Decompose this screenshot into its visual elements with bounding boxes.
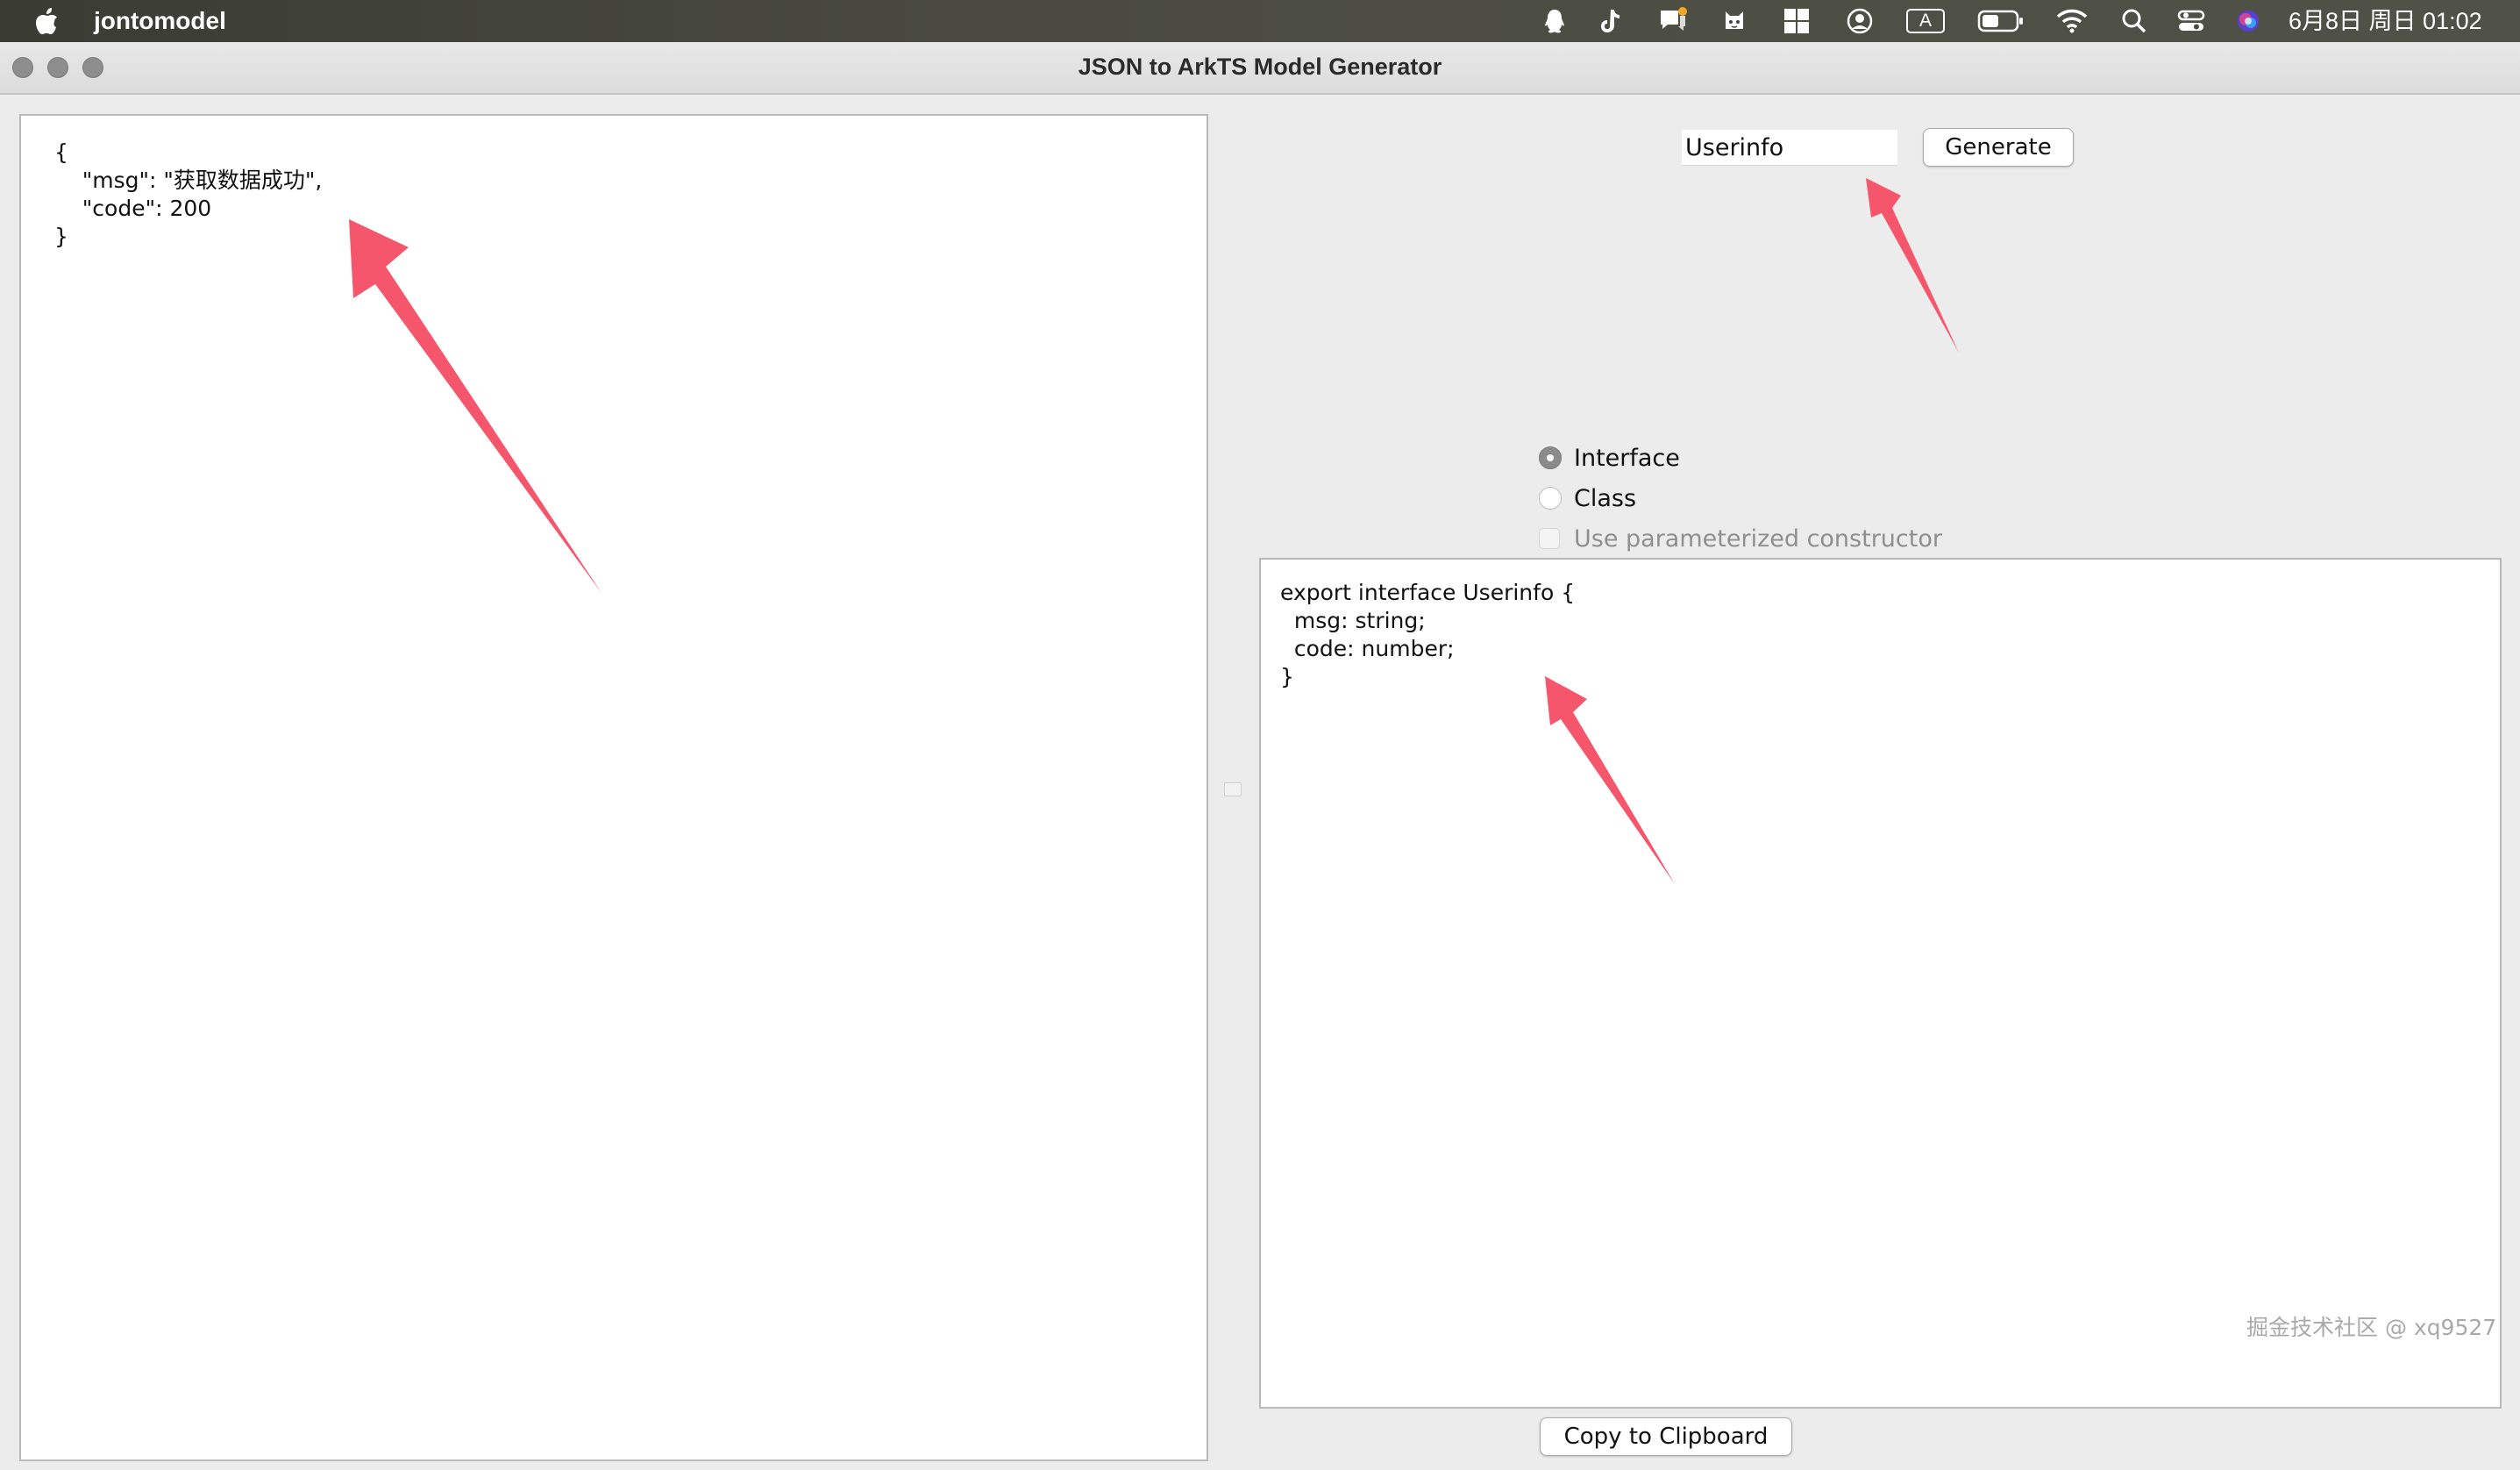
user-circle-icon[interactable]: [1845, 7, 1875, 35]
output-line: }: [1280, 664, 1294, 689]
window-title: JSON to ArkTS Model Generator: [1078, 54, 1442, 80]
siri-icon[interactable]: [2234, 7, 2262, 35]
class-name-input[interactable]: [1682, 130, 1897, 165]
grid-app-icon[interactable]: [1782, 7, 1812, 35]
copy-to-clipboard-button[interactable]: Copy to Clipboard: [1540, 1417, 1792, 1456]
menubar-clock[interactable]: 6月8日 周日 01:02: [2289, 7, 2482, 35]
output-line: msg: string;: [1280, 608, 1426, 633]
input-method-icon[interactable]: A: [1904, 7, 1947, 35]
apple-icon[interactable]: [33, 7, 60, 35]
cat-app-icon[interactable]: [1720, 7, 1748, 35]
output-line: export interface Userinfo {: [1280, 580, 1576, 605]
output-textarea[interactable]: export interface Userinfo { msg: string;…: [1259, 558, 2502, 1409]
wifi-icon[interactable]: [2055, 7, 2089, 35]
output-text: export interface Userinfo { msg: string;…: [1280, 579, 1575, 691]
input-method-label: A: [1906, 9, 1945, 33]
output-line: code: number;: [1280, 636, 1455, 661]
control-center-icon[interactable]: [2176, 7, 2206, 35]
tiktok-icon[interactable]: [1596, 7, 1624, 35]
desktop-screen: jontomodel A 6月8日 周日 01:02 JSON to ArkTS…: [0, 0, 2520, 1470]
window-content: { "msg": "获取数据成功", "code": 200 } Generat…: [0, 95, 2520, 1470]
watermark: 掘金技术社区 @ xq9527: [2246, 1315, 2497, 1340]
class-radio[interactable]: [1539, 487, 1562, 510]
json-line: "msg": "获取数据成功",: [54, 168, 323, 193]
json-line: }: [54, 224, 68, 249]
notification-icon[interactable]: [1657, 7, 1689, 35]
constructor-checkbox: [1539, 528, 1560, 549]
interface-radio[interactable]: [1539, 446, 1562, 469]
menu-bar: jontomodel A 6月8日 周日 01:02: [0, 0, 2520, 42]
option-class[interactable]: Class: [1539, 482, 1636, 514]
interface-label: Interface: [1574, 444, 1680, 472]
qq-icon[interactable]: [1541, 7, 1568, 35]
app-name-menu[interactable]: jontomodel: [94, 7, 226, 35]
option-interface[interactable]: Interface: [1539, 442, 1680, 474]
battery-icon[interactable]: [1976, 7, 2025, 35]
option-parameterized-constructor: Use parameterized constructor: [1539, 523, 1942, 554]
json-line: "code": 200: [54, 196, 212, 221]
class-label: Class: [1574, 484, 1637, 512]
json-line: {: [54, 139, 68, 165]
generate-button[interactable]: Generate: [1923, 128, 2074, 167]
search-icon[interactable]: [2120, 7, 2148, 35]
json-input-text: { "msg": "获取数据成功", "code": 200 }: [54, 139, 322, 251]
split-pane-divider[interactable]: [1224, 782, 1242, 796]
json-input-textarea[interactable]: { "msg": "获取数据成功", "code": 200 }: [19, 114, 1208, 1461]
constructor-label: Use parameterized constructor: [1574, 524, 1942, 553]
